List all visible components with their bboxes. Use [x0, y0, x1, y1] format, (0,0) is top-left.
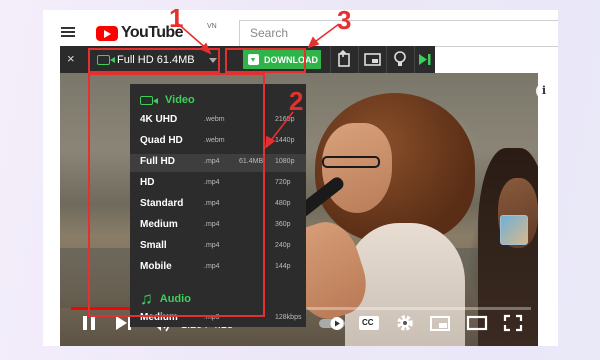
screenshot-icon [338, 49, 350, 67]
option-resolution: 128kbps [275, 314, 302, 321]
region-code: VN [207, 23, 217, 30]
cc-label: CC [362, 318, 374, 327]
video-singer-glasses [322, 156, 380, 168]
channel-thumbnail[interactable] [500, 215, 528, 245]
lightbulb-icon [394, 51, 406, 66]
screen-frame: YouTube VN Search i CC × Full HD 61.4MB … [43, 10, 558, 346]
option-resolution: 144p [275, 263, 291, 270]
option-resolution: 360p [275, 221, 291, 228]
option-resolution: 2160p [275, 116, 295, 123]
play-next-icon [419, 54, 431, 65]
annotation-label-2: 2 [289, 86, 304, 116]
screenshot-button[interactable] [331, 46, 358, 73]
light-button[interactable] [387, 46, 414, 73]
option-resolution: 240p [275, 242, 291, 249]
info-icon[interactable]: i [536, 83, 552, 99]
youtube-play-icon [96, 25, 118, 41]
play-next-button[interactable] [415, 46, 435, 73]
annotation-box-1 [88, 48, 220, 73]
picture-in-picture-icon [364, 53, 381, 66]
annotation-label-1: 1 [169, 3, 184, 33]
pip-button[interactable] [359, 46, 386, 73]
option-resolution: 480p [275, 200, 291, 207]
annotation-label-3: 3 [337, 5, 352, 35]
close-icon[interactable]: × [67, 52, 75, 66]
video-singer-face [322, 123, 392, 213]
youtube-header: YouTube VN Search [43, 10, 558, 47]
search-input[interactable]: Search [239, 20, 558, 47]
option-resolution: 720p [275, 179, 291, 186]
video-guitarist-body [478, 148, 538, 346]
option-resolution: 1440p [275, 137, 295, 144]
option-resolution: 1080p [275, 158, 295, 165]
hamburger-menu-icon[interactable] [61, 27, 75, 38]
annotation-box-3 [225, 48, 306, 73]
annotation-box-2 [88, 73, 265, 317]
